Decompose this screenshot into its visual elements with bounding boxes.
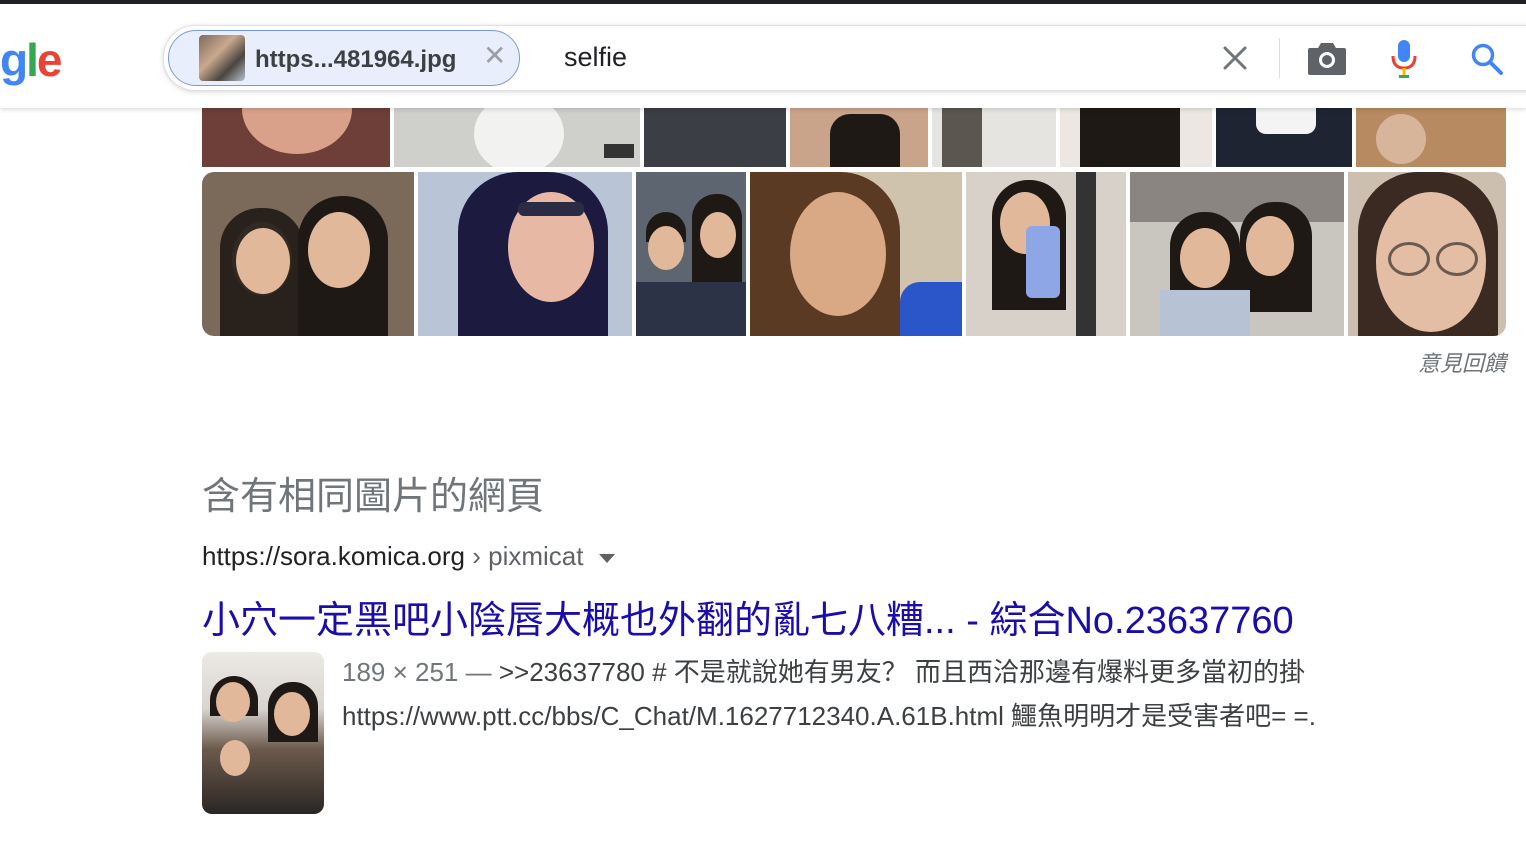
clear-icon[interactable] [1219,42,1251,74]
image-tile[interactable] [1356,104,1506,167]
logo-letter-e: e [36,34,63,86]
image-dimensions: 189 × 251 — [342,657,499,687]
image-detail [942,104,982,167]
search-input[interactable]: selfie [564,42,627,73]
search-box[interactable]: https...481964.jpg ✕ selfie [163,25,1526,91]
snippet-line-2: https://www.ptt.cc/bbs/C_Chat/M.16277123… [342,701,1316,731]
search-icon[interactable] [1470,42,1504,76]
image-tile[interactable] [644,104,786,167]
chip-thumbnail [199,35,245,81]
chip-close-icon[interactable]: ✕ [483,41,506,71]
image-detail [1026,226,1060,298]
image-subject [790,192,886,316]
image-tile[interactable] [1060,104,1212,167]
image-detail [1076,172,1096,336]
image-subject [1246,216,1294,276]
image-tile[interactable] [1130,172,1344,336]
image-subject [220,740,250,776]
result-title-link[interactable]: 小穴一定黑吧小陰唇大概也外翻的亂七八糟... - 綜合No.23637760 [202,589,1294,644]
image-tile[interactable] [636,172,746,336]
image-subject [700,212,736,258]
image-subject [242,104,352,154]
image-tile[interactable] [202,172,414,336]
image-subject [236,228,290,294]
google-logo[interactable]: gle [0,34,63,86]
image-detail [1388,242,1430,276]
snippet-text-1: >>23637780 # 不是就說她有男友？ 而且西洽那邊有爆料更多當初的掛 [498,657,1306,687]
chip-filename: https...481964.jpg [255,46,457,73]
image-subject [1256,104,1316,134]
image-detail [1160,290,1250,336]
feedback-link[interactable]: 意見回饋 [1350,346,1506,378]
image-detail [900,282,962,336]
image-detail [636,282,746,336]
image-tile[interactable] [418,172,632,336]
image-detail [830,114,900,167]
dropdown-arrow-icon[interactable] [599,553,616,563]
divider [1279,38,1280,78]
image-tile[interactable] [750,172,962,336]
result-path: pixmicat [488,541,584,571]
mic-icon[interactable] [1390,38,1418,80]
image-subject [474,104,564,167]
image-tile[interactable] [202,104,390,167]
camera-icon[interactable] [1306,40,1348,76]
image-subject [274,692,310,736]
image-subject [1180,228,1230,288]
result-thumbnail[interactable] [202,652,324,814]
image-tile[interactable] [966,172,1126,336]
result-url[interactable]: https://sora.komica.org › pixmicat [202,541,616,572]
image-detail [518,202,584,216]
image-subject [308,212,370,288]
logo-letter-l: l [26,34,39,86]
snippet-line-1: 189 × 251 — >>23637780 # 不是就說她有男友？ 而且西洽那… [342,650,1316,694]
image-tile[interactable] [932,104,1056,167]
image-subject [1376,114,1426,164]
image-tile[interactable] [1348,172,1506,336]
image-detail [1130,172,1344,222]
image-detail [604,144,634,158]
search-image-chip[interactable]: https...481964.jpg ✕ [168,30,520,86]
logo-letter-g: g [0,34,28,86]
image-tile[interactable] [394,104,640,167]
result-domain: https://sora.komica.org [202,541,465,571]
image-tile[interactable] [790,104,928,167]
image-tile[interactable] [1216,104,1352,167]
result-separator: › [465,541,489,571]
image-detail [1080,104,1180,167]
search-header: gle https...481964.jpg ✕ selfie [0,4,1526,108]
image-detail [1436,242,1478,276]
image-subject [216,682,250,722]
result-snippet: 189 × 251 — >>23637780 # 不是就說她有男友？ 而且西洽那… [342,650,1316,738]
image-subject [648,226,684,270]
pages-section-title: 含有相同圖片的網頁 [202,476,545,518]
